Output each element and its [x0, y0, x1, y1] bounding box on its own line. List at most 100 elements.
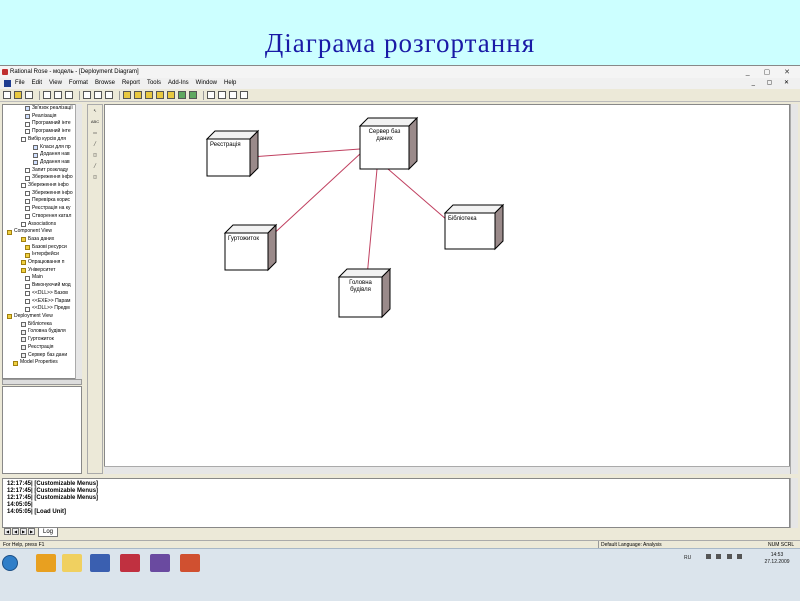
tree-item[interactable]: Сервер баз дани: [3, 352, 81, 360]
tree-item[interactable]: Associations: [3, 221, 81, 229]
connection-line[interactable]: [267, 152, 362, 240]
component-diagram-icon[interactable]: [145, 91, 153, 99]
document-menu-icon[interactable]: [4, 80, 11, 87]
flag-icon[interactable]: [726, 554, 732, 559]
tree-item[interactable]: Виконуючий мод: [3, 282, 81, 290]
menu-edit[interactable]: Edit: [32, 78, 42, 89]
last-tab-icon[interactable]: ▶: [28, 528, 35, 535]
tree-item[interactable]: База даних: [3, 236, 81, 244]
tree-item[interactable]: Deployment View: [3, 313, 81, 321]
first-tab-icon[interactable]: ◀: [4, 528, 11, 535]
clock[interactable]: 14:53 27.12.2009: [760, 552, 794, 566]
word-taskbar-icon[interactable]: [90, 554, 110, 572]
menu-format[interactable]: Format: [69, 78, 88, 89]
tree-item[interactable]: Гуртожиток: [3, 336, 81, 344]
browser-vertical-scrollbar[interactable]: [75, 104, 82, 379]
interaction-diagram-icon[interactable]: [167, 91, 175, 99]
folder-taskbar-icon[interactable]: [62, 554, 82, 572]
menu-view[interactable]: View: [49, 78, 62, 89]
print-icon[interactable]: [83, 91, 91, 99]
browser-horizontal-scrollbar[interactable]: [2, 379, 82, 385]
canvas-horizontal-scrollbar[interactable]: [104, 466, 790, 474]
menu-window[interactable]: Window: [196, 78, 217, 89]
deployment-diagram-canvas[interactable]: Реєстрація Сервер баз даних Гуртожиток Б…: [104, 104, 790, 474]
tree-item[interactable]: <<EXE>> Парам: [3, 298, 81, 306]
browse-icon[interactable]: [105, 91, 113, 99]
help-icon[interactable]: [94, 91, 102, 99]
tree-item[interactable]: Створення катал: [3, 213, 81, 221]
open-folder-icon[interactable]: [14, 91, 22, 99]
menu-help[interactable]: Help: [224, 78, 236, 89]
processor-tool[interactable]: ◫: [91, 152, 100, 160]
menu-add-ins[interactable]: Add-Ins: [168, 78, 189, 89]
volume-icon[interactable]: [737, 554, 743, 559]
node-library[interactable]: [443, 203, 505, 251]
node-registration[interactable]: [205, 129, 260, 178]
language-indicator[interactable]: RU: [684, 555, 691, 561]
class-diagram-icon[interactable]: [123, 91, 131, 99]
cut-icon[interactable]: [43, 91, 51, 99]
log-vertical-scrollbar[interactable]: [790, 478, 798, 528]
log-window[interactable]: 12:17:45| [Customizable Menus] 12:17:45|…: [2, 478, 790, 528]
zoom-in-icon[interactable]: [207, 91, 215, 99]
tree-item[interactable]: Інтерфейси: [3, 251, 81, 259]
tree-item[interactable]: Програмний інте: [3, 128, 81, 136]
tree-item[interactable]: Класи для пр: [3, 144, 81, 152]
connection-line[interactable]: [387, 168, 448, 221]
tree-item[interactable]: Бібліотека: [3, 321, 81, 329]
tree-item[interactable]: Реєстрація на ку: [3, 205, 81, 213]
menu-tools[interactable]: Tools: [147, 78, 161, 89]
powerpoint-taskbar-icon[interactable]: [180, 554, 200, 572]
save-icon[interactable]: [25, 91, 33, 99]
tree-item[interactable]: Перевірка корис: [3, 197, 81, 205]
tree-item[interactable]: Головна будівля: [3, 328, 81, 336]
tree-item[interactable]: Запит розкладу: [3, 167, 81, 175]
text-tool[interactable]: ABC: [91, 119, 100, 127]
selection-tool[interactable]: ↖: [91, 108, 100, 116]
connection-tool[interactable]: ╱: [91, 163, 100, 171]
tree-item[interactable]: Component View: [3, 228, 81, 236]
device-tool[interactable]: ◫: [91, 174, 100, 182]
zoom-out-icon[interactable]: [218, 91, 226, 99]
tree-item[interactable]: <<DLL>> Базов: [3, 290, 81, 298]
tree-item[interactable]: Model Properties: [3, 359, 81, 367]
browse-parent-icon[interactable]: [178, 91, 186, 99]
node-dormitory[interactable]: [223, 223, 278, 272]
menu-browse[interactable]: Browse: [95, 78, 115, 89]
connection-line[interactable]: [366, 168, 378, 278]
tree-item[interactable]: Збереження інфо: [3, 182, 81, 190]
tree-item[interactable]: Збереження інфо: [3, 174, 81, 182]
tree-item[interactable]: Університет: [3, 267, 81, 275]
model-browser[interactable]: Зв'язок реалізації Реалізація Програмний…: [2, 104, 82, 379]
taskbar-app-icon[interactable]: [36, 554, 56, 572]
deployment-diagram-icon[interactable]: [156, 91, 164, 99]
use-case-diagram-icon[interactable]: [134, 91, 142, 99]
documentation-pane[interactable]: [2, 386, 82, 474]
tree-item[interactable]: Зв'язок реалізації: [3, 105, 81, 113]
taskbar-app-icon[interactable]: [150, 554, 170, 572]
connection-line[interactable]: [249, 148, 361, 158]
browse-previous-icon[interactable]: [189, 91, 197, 99]
new-file-icon[interactable]: [3, 91, 11, 99]
tree-item[interactable]: Опрацювання п: [3, 259, 81, 267]
network-icon[interactable]: [716, 554, 722, 559]
anchor-tool[interactable]: ╱: [91, 141, 100, 149]
fit-window-icon[interactable]: [229, 91, 237, 99]
tree-item[interactable]: Додання нав: [3, 159, 81, 167]
menu-file[interactable]: File: [15, 78, 25, 89]
rational-rose-taskbar-icon[interactable]: [120, 554, 140, 572]
note-tool[interactable]: ▭: [91, 130, 100, 138]
prev-tab-icon[interactable]: ◀: [12, 528, 19, 535]
tree-item[interactable]: Реєстрація: [3, 344, 81, 352]
tree-item[interactable]: Вибір курсів для: [3, 136, 81, 144]
tree-item[interactable]: Додання нав: [3, 151, 81, 159]
undo-fit-icon[interactable]: [240, 91, 248, 99]
next-tab-icon[interactable]: ▶: [20, 528, 27, 535]
tree-item[interactable]: Збереження інфо: [3, 190, 81, 198]
canvas-vertical-scrollbar[interactable]: [790, 104, 798, 474]
tree-item[interactable]: <<DLL>> Предм: [3, 305, 81, 313]
tree-item[interactable]: Програмний інте: [3, 120, 81, 128]
paste-icon[interactable]: [65, 91, 73, 99]
mdi-controls[interactable]: _ ▢ ✕: [752, 78, 794, 89]
menu-report[interactable]: Report: [122, 78, 140, 89]
